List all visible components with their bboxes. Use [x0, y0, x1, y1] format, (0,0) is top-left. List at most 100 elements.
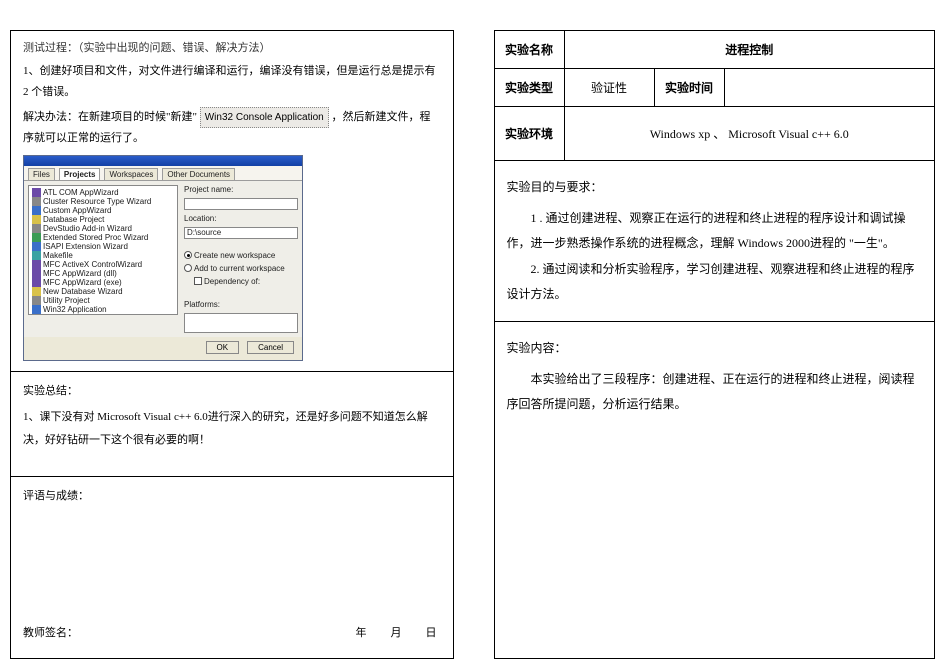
wizard-icon: [32, 296, 41, 305]
wizard-icon: [32, 314, 41, 315]
exp-env-value: Windows xp 、 Microsoft Visual c++ 6.0: [564, 107, 935, 161]
exp-type-value: 验证性: [564, 69, 654, 107]
day-label: 日: [426, 624, 437, 640]
purpose-section: 实验目的与要求： 1 . 通过创建进程、观察正在运行的进程和终止进程的程序设计和…: [494, 161, 936, 321]
radio-create-new[interactable]: Create new workspace: [184, 251, 298, 260]
list-item[interactable]: Database Project: [31, 215, 175, 224]
exp-env-label: 实验环境: [494, 107, 564, 161]
list-item-label: New Database Wizard: [43, 287, 123, 296]
list-item-label: Database Project: [43, 215, 104, 224]
purpose-item-2: 2. 通过阅读和分析实验程序，学习创建进程、观察进程和终止进程的程序设计方法。: [507, 257, 923, 307]
table-row: 实验名称 进程控制: [494, 31, 935, 69]
content-body: 本实验给出了三段程序：创建进程、正在运行的进程和终止进程，阅读程序回答所提问题，…: [507, 367, 923, 417]
project-type-list[interactable]: ATL COM AppWizard Cluster Resource Type …: [28, 185, 178, 315]
dialog-buttons: OK Cancel: [24, 337, 302, 360]
dependency-label: Dependency of:: [204, 277, 260, 286]
radio-add-current[interactable]: Add to current workspace: [184, 264, 298, 273]
right-page: 实验名称 进程控制 实验类型 验证性 实验时间 实验环境 Windows xp …: [494, 30, 936, 659]
wizard-icon: [32, 188, 41, 197]
purpose-title: 实验目的与要求：: [507, 175, 923, 200]
tab-projects[interactable]: Projects: [59, 168, 101, 180]
list-item[interactable]: New Database Wizard: [31, 287, 175, 296]
list-item-label: Custom AppWizard: [43, 206, 111, 215]
wizard-icon: [32, 260, 41, 269]
radio-icon: [184, 264, 192, 272]
platforms-label: Platforms:: [184, 300, 298, 309]
list-item-label: ISAPI Extension Wizard: [43, 242, 128, 251]
tab-workspaces[interactable]: Workspaces: [104, 168, 158, 180]
exp-time-label: 实验时间: [654, 69, 724, 107]
list-item-label: Win32 Application: [43, 305, 107, 314]
cancel-button[interactable]: Cancel: [247, 341, 294, 354]
list-item[interactable]: DevStudio Add-in Wizard: [31, 224, 175, 233]
debug-solution: 解决办法：在新建项目的时候"新建" Win32 Console Applicat…: [23, 107, 441, 149]
wizard-icon: [32, 215, 41, 224]
list-item[interactable]: Makefile: [31, 251, 175, 260]
dependency-check[interactable]: Dependency of:: [184, 277, 298, 286]
solution-prefix: 解决办法：在新建项目的时候"新建": [23, 111, 197, 123]
wizard-icon: [32, 251, 41, 260]
list-item-label: MFC ActiveX ControlWizard: [43, 260, 142, 269]
exp-name-value: 进程控制: [564, 31, 935, 69]
experiment-info-table: 实验名称 进程控制 实验类型 验证性 实验时间 实验环境 Windows xp …: [494, 30, 936, 161]
wizard-icon: [32, 278, 41, 287]
year-label: 年: [356, 624, 367, 640]
list-item-label: MFC AppWizard (dll): [43, 269, 117, 278]
content-section: 实验内容： 本实验给出了三段程序：创建进程、正在运行的进程和终止进程，阅读程序回…: [494, 321, 936, 659]
month-label: 月: [391, 624, 402, 640]
dialog-body: ATL COM AppWizard Cluster Resource Type …: [24, 181, 302, 337]
list-item[interactable]: MFC AppWizard (dll): [31, 269, 175, 278]
tab-files[interactable]: Files: [28, 168, 55, 180]
wizard-icon: [32, 197, 41, 206]
summary-text: 1、课下没有对 Microsoft Visual c++ 6.0进行深入的研究，…: [23, 406, 441, 452]
list-item-label: ATL COM AppWizard: [43, 188, 119, 197]
list-item[interactable]: Win32 Application: [31, 305, 175, 314]
teacher-sign-label: 教师签名：: [23, 624, 78, 640]
review-section: 评语与成绩： 教师签名： 年 月 日: [11, 477, 453, 658]
console-app-label: Win32 Console Application: [200, 107, 329, 128]
wizard-icon: [32, 224, 41, 233]
list-item-label: Win32 Console Application: [43, 314, 138, 315]
ok-button[interactable]: OK: [206, 341, 240, 354]
list-item[interactable]: Cluster Resource Type Wizard: [31, 197, 175, 206]
wizard-icon: [32, 287, 41, 296]
list-item[interactable]: ATL COM AppWizard: [31, 188, 175, 197]
summary-section: 实验总结： 1、课下没有对 Microsoft Visual c++ 6.0进行…: [11, 372, 453, 477]
platforms-list[interactable]: [184, 313, 298, 333]
dialog-right-panel: Project name: Location: D:\source Create…: [184, 185, 298, 333]
date-row: 年 月 日: [356, 624, 437, 640]
wizard-icon: [32, 233, 41, 242]
tab-other[interactable]: Other Documents: [162, 168, 235, 180]
dialog-titlebar: [24, 156, 302, 166]
list-item-label: Utility Project: [43, 296, 90, 305]
radio-label: Add to current workspace: [194, 264, 285, 273]
wizard-icon: [32, 305, 41, 314]
list-item[interactable]: ISAPI Extension Wizard: [31, 242, 175, 251]
table-row: 实验类型 验证性 实验时间: [494, 69, 935, 107]
list-item[interactable]: Custom AppWizard: [31, 206, 175, 215]
wizard-icon: [32, 206, 41, 215]
project-name-label: Project name:: [184, 185, 298, 194]
project-name-input[interactable]: [184, 198, 298, 210]
list-item-selected[interactable]: Win32 Console Application: [31, 314, 175, 315]
list-item-label: DevStudio Add-in Wizard: [43, 224, 132, 233]
checkbox-icon: [194, 277, 202, 285]
list-item[interactable]: Utility Project: [31, 296, 175, 305]
exp-time-value: [724, 69, 935, 107]
radio-icon: [184, 251, 192, 259]
location-input[interactable]: D:\source: [184, 227, 298, 239]
list-item[interactable]: MFC ActiveX ControlWizard: [31, 260, 175, 269]
radio-label: Create new workspace: [194, 251, 275, 260]
wizard-icon: [32, 269, 41, 278]
location-label: Location:: [184, 214, 298, 223]
list-item-label: Makefile: [43, 251, 73, 260]
debug-item-1: 1、创建好项目和文件，对文件进行编译和运行，编译没有错误，但是运行总是提示有 2…: [23, 61, 441, 103]
new-project-dialog: Files Projects Workspaces Other Document…: [23, 155, 303, 361]
summary-label: 实验总结：: [23, 382, 441, 398]
list-item[interactable]: Extended Stored Proc Wizard: [31, 233, 175, 242]
dialog-tabs: Files Projects Workspaces Other Document…: [24, 166, 302, 181]
table-row: 实验环境 Windows xp 、 Microsoft Visual c++ 6…: [494, 107, 935, 161]
purpose-item-1: 1 . 通过创建进程、观察正在运行的进程和终止进程的程序设计和调试操作，进一步熟…: [507, 206, 923, 256]
list-item[interactable]: MFC AppWizard (exe): [31, 278, 175, 287]
exp-type-label: 实验类型: [494, 69, 564, 107]
